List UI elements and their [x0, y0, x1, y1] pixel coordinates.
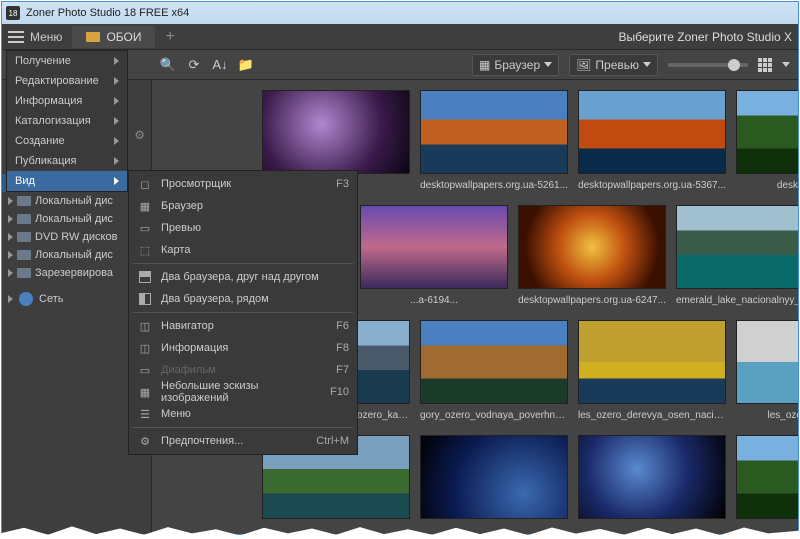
submenu-item[interactable]: ⬚Карта: [129, 239, 357, 261]
gear-icon[interactable]: ⚙: [134, 128, 145, 142]
nav-icon: ◫: [137, 320, 153, 333]
disk-icon: [17, 214, 31, 224]
thumbnail-label: desktopwallpapers.org.ua-5261...: [420, 180, 568, 191]
grid-view-icon[interactable]: [758, 58, 772, 72]
thumbnail[interactable]: [420, 435, 568, 519]
submenu-item[interactable]: ◫НавигаторF6: [129, 315, 357, 337]
thumbnail[interactable]: [578, 320, 726, 404]
thumbnail-label: ...a-6194...: [360, 295, 508, 306]
thumbnail-label: desktopwallpapers.org.ua-6247...: [518, 295, 666, 306]
menubar: Меню ОБОИ + Выберите Zoner Photo Studio …: [2, 24, 798, 50]
browser-mode-label: Браузер: [494, 58, 540, 72]
submenu-item[interactable]: ⚙Предпочтения...Ctrl+M: [129, 430, 357, 452]
image-icon: 🖼: [576, 58, 591, 72]
thumbnail[interactable]: [420, 90, 568, 174]
browser-mode-select[interactable]: ▦ Браузер: [472, 54, 559, 76]
menu-icon: ☰: [137, 408, 153, 421]
view-submenu: ◻ПросмотрщикF3▦Браузер▭Превью⬚Карта Два б…: [128, 170, 358, 455]
submenu-item[interactable]: Два браузера, рядом: [129, 288, 357, 310]
tab-label: ОБОИ: [106, 30, 141, 44]
split-v-icon: [137, 293, 153, 305]
tab-wallpapers[interactable]: ОБОИ: [72, 26, 155, 48]
chevron-down-icon[interactable]: [782, 62, 790, 67]
menu-item-Каталогизация[interactable]: Каталогизация: [7, 111, 127, 131]
viewer-icon: ◻: [137, 178, 153, 191]
grid-small-icon: ▦: [479, 58, 490, 72]
thumbnail[interactable]: [518, 205, 666, 289]
thumbs-icon: ▦: [137, 386, 153, 399]
prefs-icon: ⚙: [137, 435, 153, 448]
submenu-item: ▭ДиафильмF7: [129, 359, 357, 381]
thumbnail[interactable]: [676, 205, 798, 289]
thumbnail-label: desktopwallpapers.org.ua-5367...: [578, 180, 726, 191]
main-menu-dropdown: ПолучениеРедактированиеИнформацияКаталог…: [6, 50, 128, 192]
thumbnail[interactable]: [578, 90, 726, 174]
thumbnail[interactable]: [262, 90, 410, 174]
submenu-item[interactable]: ▦Браузер: [129, 195, 357, 217]
app-logo-icon: 18: [6, 6, 20, 20]
globe-icon: [19, 292, 33, 306]
submenu-item[interactable]: ▭Превью: [129, 217, 357, 239]
info-icon: ◫: [137, 342, 153, 355]
browser-icon: ▦: [137, 200, 153, 213]
add-tab-button[interactable]: +: [165, 28, 174, 46]
preview-mode-select[interactable]: 🖼 Превью: [569, 54, 658, 76]
menu-item-Редактирование[interactable]: Редактирование: [7, 71, 127, 91]
menu-item-Создание[interactable]: Создание: [7, 131, 127, 151]
film-icon: ▭: [137, 364, 153, 377]
thumbnail-label: emerald_lake_nacionalnyy_park...: [676, 295, 798, 306]
disk-icon: [17, 250, 31, 260]
split-h-icon: [137, 271, 153, 283]
preview-mode-label: Превью: [595, 58, 639, 72]
titlebar[interactable]: 18 Zoner Photo Studio 18 FREE x64: [2, 2, 798, 24]
thumbnail-label: desktopwallp...: [736, 180, 798, 191]
thumbnail-label: gory_ozero_vodnaya_poverhnos...: [420, 410, 568, 421]
menu-item-Получение[interactable]: Получение: [7, 51, 127, 71]
map-icon: ⬚: [137, 244, 153, 257]
hamburger-icon[interactable]: [8, 31, 24, 43]
thumbnail[interactable]: [736, 90, 798, 174]
promo-link[interactable]: Выберите Zoner Photo Studio X: [618, 30, 792, 44]
disk-icon: [17, 196, 31, 206]
submenu-item[interactable]: Два браузера, друг над другом: [129, 266, 357, 288]
submenu-item[interactable]: ☰Меню: [129, 403, 357, 425]
disk-icon: [17, 232, 31, 242]
folder-icon: [86, 32, 100, 42]
submenu-item[interactable]: ◫ИнформацияF8: [129, 337, 357, 359]
menu-item-Вид[interactable]: Вид: [7, 171, 127, 191]
thumbnail[interactable]: [736, 320, 798, 404]
chevron-down-icon: [643, 62, 651, 67]
window-title: Zoner Photo Studio 18 FREE x64: [26, 7, 189, 19]
refresh-icon[interactable]: ⟳: [186, 57, 202, 73]
thumbnail[interactable]: [360, 205, 508, 289]
submenu-item[interactable]: ▦Небольшие эскизы изображенийF10: [129, 381, 357, 403]
thumbnail[interactable]: [420, 320, 568, 404]
sidebar-network-label: Сеть: [39, 293, 63, 305]
thumbnail-label: les_ozero_derevya_osen_nacion...: [578, 410, 726, 421]
menu-button[interactable]: Меню: [30, 30, 62, 44]
menu-item-Публикация[interactable]: Публикация: [7, 151, 127, 171]
add-folder-icon[interactable]: 📁: [238, 57, 254, 73]
thumbnail[interactable]: [736, 435, 798, 519]
sort-icon[interactable]: A↓: [212, 57, 228, 73]
preview-icon: ▭: [137, 222, 153, 235]
menu-item-Информация[interactable]: Информация: [7, 91, 127, 111]
chevron-down-icon: [544, 62, 552, 67]
thumbnail-label: les_ozero_otrazh...: [736, 410, 798, 421]
search-icon[interactable]: 🔍: [160, 57, 176, 73]
thumbnail[interactable]: [578, 435, 726, 519]
disk-icon: [17, 268, 31, 278]
thumbnail-size-slider[interactable]: [668, 63, 748, 67]
submenu-item[interactable]: ◻ПросмотрщикF3: [129, 173, 357, 195]
